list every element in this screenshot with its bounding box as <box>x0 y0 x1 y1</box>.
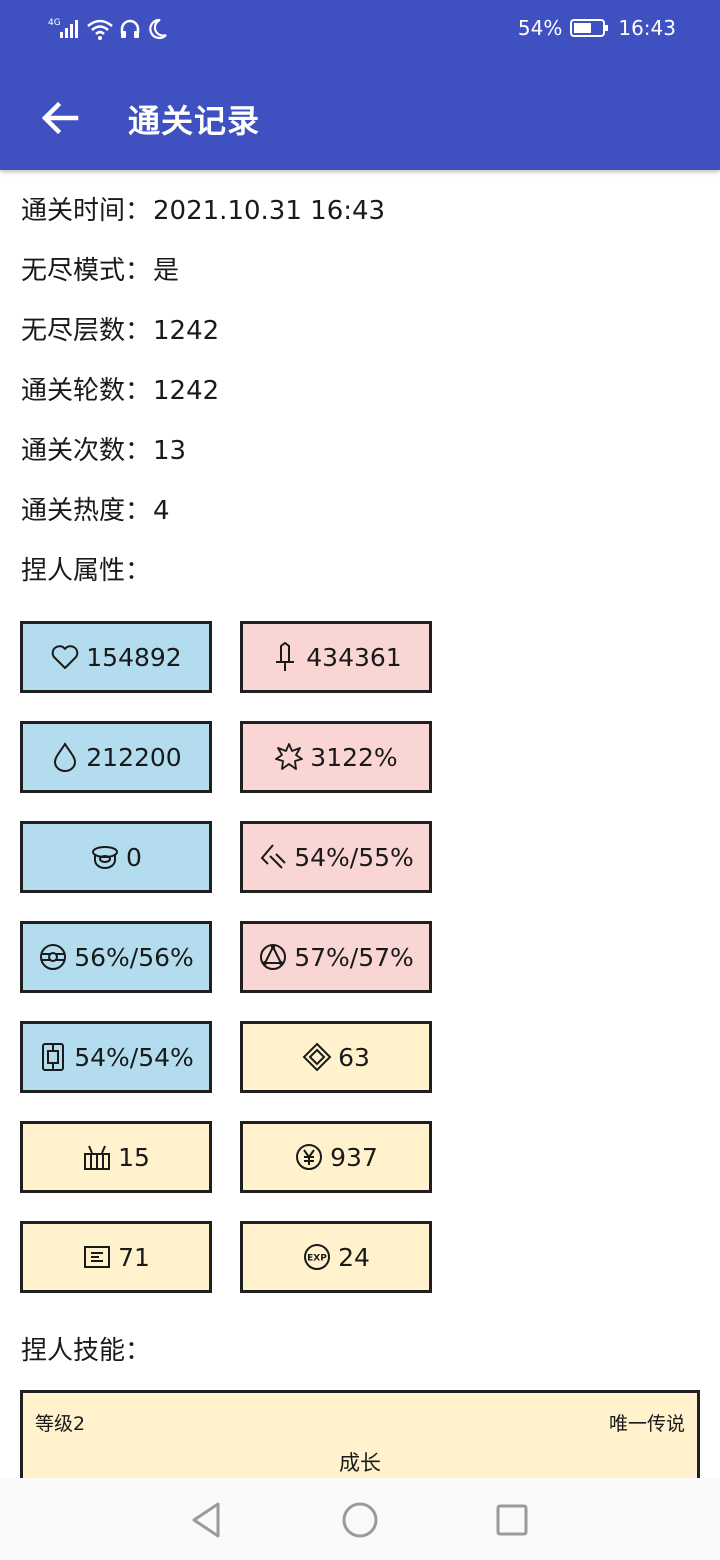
status-icons-left: 4G <box>48 16 168 42</box>
battery-icon <box>570 19 609 37</box>
app-bar: 通关记录 <box>0 60 720 170</box>
stat-resist: 56%/56% <box>20 921 212 993</box>
info-label: 通关时间： <box>21 196 152 226</box>
network-type: 4G <box>48 18 61 28</box>
stat-defense: 0 <box>20 821 212 893</box>
shield-ball-icon <box>40 944 67 970</box>
sword-icon <box>276 642 295 671</box>
arrow-left-icon <box>41 101 79 135</box>
stat-value: 0 <box>126 842 142 872</box>
page-title: 通关记录 <box>128 102 261 140</box>
stat-value: 71 <box>118 1242 150 1272</box>
status-bar: 4G 54% 16:43 <box>0 0 720 60</box>
helmet-icon <box>92 846 119 869</box>
stat-exp: EXP 24 <box>240 1221 432 1293</box>
circle-home-icon <box>342 1502 378 1538</box>
cell-signal-icon: 4G <box>48 18 78 38</box>
nav-home-button[interactable] <box>338 1498 382 1542</box>
wifi-icon <box>87 19 113 40</box>
attributes-heading: 捏人属性： <box>21 556 152 586</box>
stat-gem: 63 <box>240 1021 432 1093</box>
info-row-clear-rounds: 通关轮数：1242 <box>21 373 219 409</box>
nav-recents-button[interactable] <box>490 1498 534 1542</box>
stat-value: 154892 <box>86 642 182 672</box>
triangle-circle-icon <box>260 944 287 970</box>
battery-percent: 54% <box>517 16 563 40</box>
status-time: 16:43 <box>618 16 676 40</box>
info-label: 无尽模式： <box>21 256 152 286</box>
moon-icon <box>149 18 167 40</box>
info-label: 无尽层数： <box>21 316 152 346</box>
info-value: 13 <box>153 436 187 466</box>
stat-hp: 154892 <box>20 621 212 693</box>
stat-card: 71 <box>20 1221 212 1293</box>
navigation-bar <box>0 1478 720 1560</box>
drop-icon <box>54 742 77 772</box>
headset-icon <box>120 19 140 38</box>
info-label: 通关次数： <box>21 436 152 466</box>
stat-block: 54%/54% <box>20 1021 212 1093</box>
stat-value: 54%/54% <box>74 1042 194 1072</box>
slash-icon <box>260 844 286 869</box>
info-value: 4 <box>153 496 170 526</box>
burst-icon <box>275 743 304 770</box>
info-row-endless-floors: 无尽层数：1242 <box>21 313 219 349</box>
svg-text:EXP: EXP <box>307 1254 327 1264</box>
diamond-icon <box>302 1042 332 1072</box>
stat-value: 24 <box>338 1242 370 1272</box>
stat-penetration: 57%/57% <box>240 921 432 993</box>
stat-value: 63 <box>338 1042 370 1072</box>
info-row-heat: 通关热度：4 <box>21 493 170 529</box>
stat-attack: 434361 <box>240 621 432 693</box>
info-label: 通关热度： <box>21 496 152 526</box>
stat-chest: 15 <box>20 1121 212 1193</box>
card-icon <box>84 1246 111 1268</box>
stat-value: 15 <box>118 1142 150 1172</box>
stat-value: 937 <box>330 1142 378 1172</box>
skill-rarity: 唯一传说 <box>608 1413 685 1435</box>
status-icons-right: 54% 16:43 <box>518 16 676 40</box>
stat-value: 212200 <box>86 742 182 772</box>
stat-crit-rate: 54%/55% <box>240 821 432 893</box>
info-value: 是 <box>153 256 180 286</box>
stat-value: 54%/55% <box>294 842 414 872</box>
info-label: 通关轮数： <box>21 376 152 406</box>
gift-box-icon <box>84 1145 111 1170</box>
info-row-clear-time: 通关时间：2021.10.31 16:43 <box>21 193 385 229</box>
heart-icon <box>51 645 79 669</box>
stat-value: 3122% <box>310 742 398 772</box>
stat-gold: 937 <box>240 1121 432 1193</box>
skills-heading: 捏人技能： <box>21 1336 152 1366</box>
stat-value: 56%/56% <box>74 942 194 972</box>
stat-value: 57%/57% <box>294 942 414 972</box>
nav-back-button[interactable] <box>184 1498 228 1542</box>
yen-coin-icon <box>296 1144 323 1170</box>
info-value: 1242 <box>153 316 220 346</box>
skill-name: 成长 <box>339 1451 381 1475</box>
stat-crit-damage: 3122% <box>240 721 432 793</box>
info-row-endless-mode: 无尽模式：是 <box>21 253 179 289</box>
stat-mana: 212200 <box>20 721 212 793</box>
skill-level: 等级2 <box>35 1413 86 1435</box>
square-recents-icon <box>496 1504 528 1536</box>
info-value: 1242 <box>153 376 220 406</box>
stat-value: 434361 <box>306 642 402 672</box>
info-value: 2021.10.31 16:43 <box>153 196 386 226</box>
exp-icon: EXP <box>304 1244 331 1270</box>
info-row-clear-count: 通关次数：13 <box>21 433 186 469</box>
armor-plate-icon <box>42 1043 65 1071</box>
triangle-back-icon <box>192 1502 220 1538</box>
back-button[interactable] <box>32 90 88 146</box>
